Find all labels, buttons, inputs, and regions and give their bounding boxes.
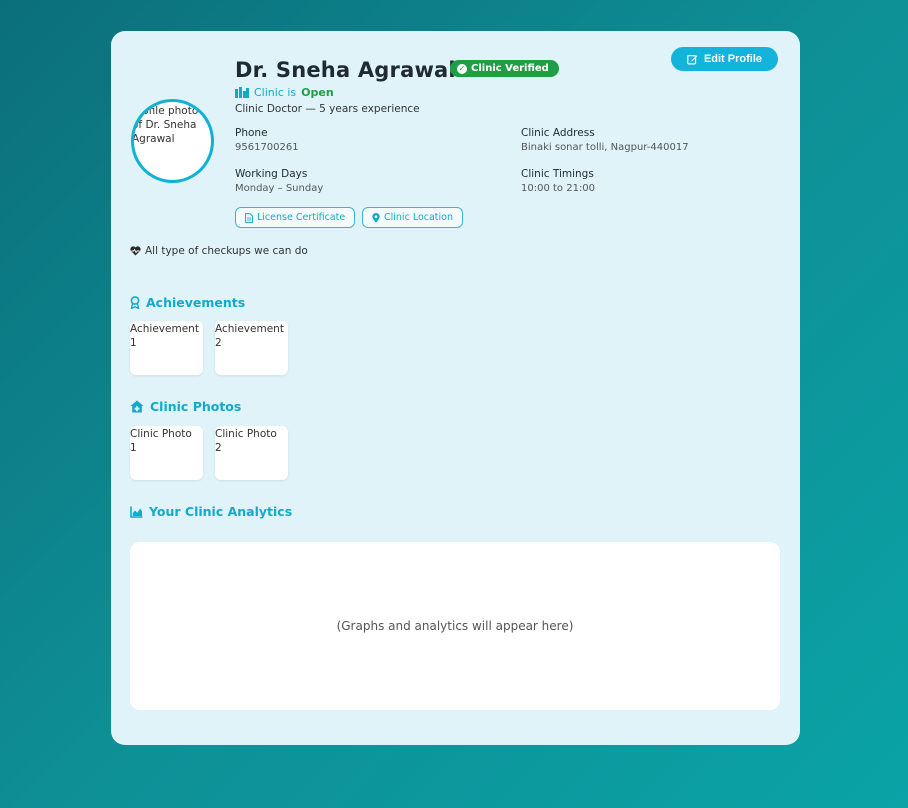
license-certificate-link[interactable]: License Certificate	[235, 207, 356, 228]
achievement-alt-text: Achievement 1	[130, 323, 199, 349]
license-label: License Certificate	[257, 212, 346, 223]
address-label: Clinic Address	[521, 127, 595, 139]
status-value: Open	[301, 86, 334, 99]
doctor-subtitle: Clinic Doctor — 5 years experience	[235, 103, 420, 115]
document-icon	[245, 212, 253, 223]
location-label: Clinic Location	[384, 212, 453, 223]
address-value: Binaki sonar tolli, Nagpur-440017	[521, 142, 689, 153]
achievement-image[interactable]: Achievement 2	[215, 321, 288, 375]
achievements-title-text: Achievements	[146, 295, 246, 310]
check-circle-icon: ✓	[457, 63, 467, 74]
verified-label: Clinic Verified	[471, 63, 549, 74]
phone-label: Phone	[235, 127, 268, 139]
edit-profile-label: Edit Profile	[703, 53, 762, 65]
doctor-name: Dr. Sneha Agrawal	[235, 58, 456, 82]
achievement-alt-text: Achievement 2	[215, 323, 284, 349]
clinic-icon	[235, 87, 249, 98]
clinic-house-icon	[130, 400, 144, 413]
analytics-panel: (Graphs and analytics will appear here)	[130, 542, 780, 710]
status-prefix: Clinic is	[254, 86, 297, 99]
clinic-photo-alt-text: Clinic Photo 1	[130, 428, 192, 454]
clinic-photo[interactable]: Clinic Photo 1	[130, 426, 203, 480]
profile-card: Profile photo of Dr. Sneha Agrawal Dr. S…	[111, 31, 800, 745]
clinic-location-link[interactable]: Clinic Location	[362, 207, 463, 228]
edit-profile-button[interactable]: Edit Profile	[670, 47, 778, 71]
award-icon	[130, 296, 140, 309]
analytics-placeholder: (Graphs and analytics will appear here)	[336, 619, 574, 633]
working-days-label: Working Days	[235, 168, 308, 180]
heart-pulse-icon	[130, 246, 141, 256]
clinic-photos-title-text: Clinic Photos	[150, 399, 242, 414]
verified-badge: ✓ Clinic Verified	[450, 60, 559, 77]
timings-value: 10:00 to 21:00	[521, 183, 596, 194]
clinic-photo-alt-text: Clinic Photo 2	[215, 428, 277, 454]
services-note-text: All type of checkups we can do	[145, 245, 308, 257]
analytics-title: Your Clinic Analytics	[130, 504, 292, 519]
edit-icon	[687, 54, 698, 65]
avatar: Profile photo of Dr. Sneha Agrawal	[131, 99, 214, 183]
achievement-image[interactable]: Achievement 1	[130, 321, 203, 375]
chart-area-icon	[130, 506, 143, 518]
analytics-title-text: Your Clinic Analytics	[149, 504, 293, 519]
clinic-photos-title: Clinic Photos	[130, 399, 241, 414]
avatar-alt-text: Profile photo of Dr. Sneha Agrawal	[132, 105, 199, 145]
map-pin-icon	[372, 212, 380, 223]
achievements-title: Achievements	[130, 295, 245, 310]
timings-label: Clinic Timings	[521, 168, 594, 180]
clinic-status: Clinic is Open	[235, 86, 334, 99]
services-note: All type of checkups we can do	[130, 245, 308, 257]
clinic-photo[interactable]: Clinic Photo 2	[215, 426, 288, 480]
phone-value: 9561700261	[235, 142, 299, 153]
working-days-value: Monday – Sunday	[235, 183, 324, 194]
